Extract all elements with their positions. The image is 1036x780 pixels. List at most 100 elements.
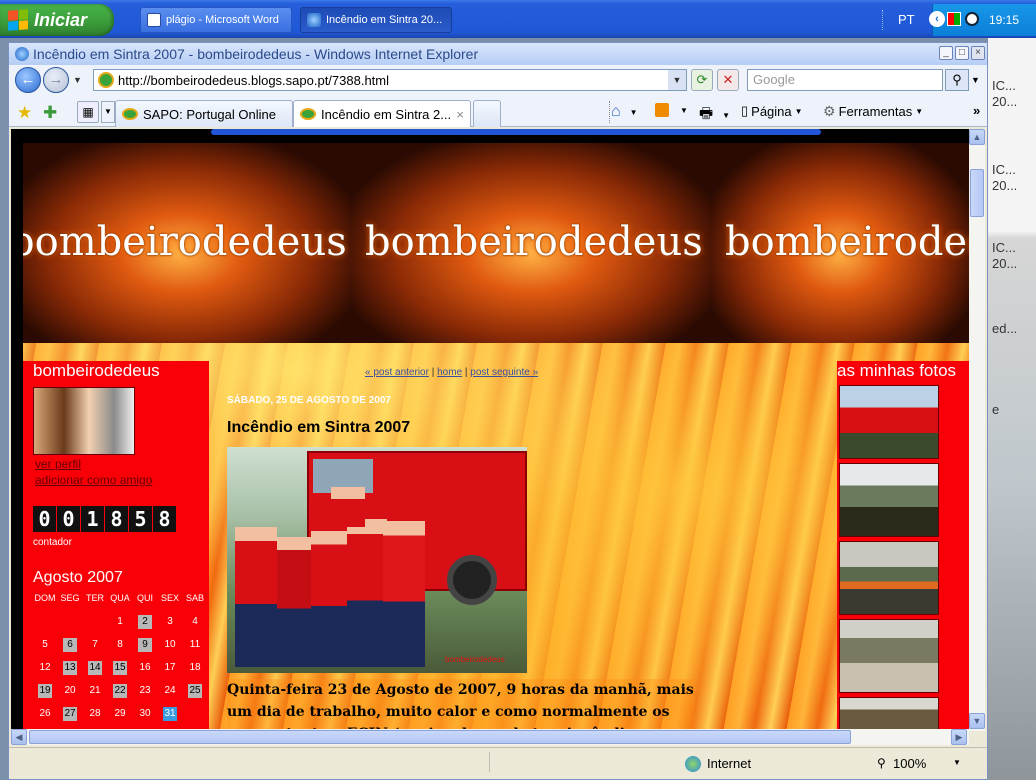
sidebar-photo[interactable] — [839, 697, 939, 729]
post-title[interactable]: Incêndio em Sintra 2007 — [227, 419, 410, 437]
refresh-icon[interactable]: ⟳ — [691, 69, 713, 91]
sidebar-photo[interactable] — [839, 541, 939, 615]
status-bar: Internet ⚲ 100% ▼ — [9, 747, 987, 779]
close-tab-icon[interactable]: × — [456, 107, 464, 122]
tray-network-icon[interactable] — [965, 12, 979, 26]
left-sidebar: bombeirodedeus ver perfil adicionar como… — [23, 361, 209, 729]
firefighter-figure — [277, 537, 313, 667]
tab-list-icon[interactable]: ▼ — [101, 101, 115, 123]
calendar-day[interactable]: 19 — [38, 684, 52, 698]
calendar-day[interactable]: 22 — [113, 684, 127, 698]
scroll-up-icon[interactable]: ▲ — [969, 129, 985, 145]
close-button[interactable]: × — [971, 46, 985, 60]
horizontal-scrollbar[interactable]: ◀ ▶ — [11, 729, 969, 745]
sidebar-photo[interactable] — [839, 385, 939, 459]
favorites-star-icon[interactable]: ★ — [17, 103, 32, 123]
taskbar-button-word[interactable]: plágio - Microsoft Word — [140, 7, 292, 33]
history-dropdown-icon[interactable]: ▼ — [73, 75, 82, 85]
desktop-item[interactable]: IC... — [992, 78, 1036, 94]
window-titlebar[interactable]: Incêndio em Sintra 2007 - bombeirodedeus… — [9, 43, 987, 65]
calendar-day[interactable]: 14 — [88, 661, 102, 675]
scroll-right-icon[interactable]: ▶ — [951, 729, 967, 745]
navigation-bar: ← → ▼ http://bombeirodedeus.blogs.sapo.p… — [9, 65, 987, 95]
system-tray: ‹ 19:15 — [929, 4, 1036, 36]
sidebar-photo[interactable] — [839, 619, 939, 693]
calendar-day[interactable]: 9 — [138, 638, 152, 652]
print-icon[interactable]: 🖶 ▼ — [699, 103, 730, 128]
vertical-scroll-thumb[interactable] — [970, 169, 984, 217]
stop-icon[interactable]: ✕ — [717, 69, 739, 91]
prev-post-link[interactable]: « post anterior — [365, 367, 429, 378]
desktop-item[interactable]: 20... — [992, 256, 1036, 272]
ie-icon — [307, 13, 321, 27]
scroll-down-icon[interactable]: ▼ — [969, 713, 985, 729]
post-photo[interactable]: bombeirodedeus — [227, 447, 527, 673]
add-favorites-icon[interactable]: ✚ — [43, 103, 57, 123]
calendar-day: 30 — [139, 708, 151, 719]
calendar-day[interactable]: 15 — [113, 661, 127, 675]
maximize-button[interactable]: □ — [955, 46, 969, 60]
calendar-day[interactable]: 2 — [138, 615, 152, 629]
horizontal-scroll-thumb[interactable] — [29, 730, 851, 744]
page-menu[interactable]: ▯ Página ▼ — [741, 103, 803, 119]
scroll-left-icon[interactable]: ◀ — [11, 729, 27, 745]
taskbar-button-ie[interactable]: Incêndio em Sintra 20... — [300, 7, 452, 33]
calendar-day[interactable]: 25 — [188, 684, 202, 698]
search-icon[interactable]: ⚲ — [945, 69, 969, 91]
photos-title: as minhas fotos — [837, 361, 957, 380]
calendar-day[interactable]: 31 — [163, 707, 177, 721]
minimize-button[interactable]: _ — [939, 46, 953, 60]
tools-menu[interactable]: ⚙ Ferramentas ▼ — [823, 103, 923, 120]
view-profile-link[interactable]: ver perfil — [35, 457, 81, 471]
calendar-day[interactable]: 13 — [63, 661, 77, 675]
back-button[interactable]: ← — [15, 67, 41, 93]
start-button[interactable]: Iniciar — [0, 4, 114, 36]
desktop-item[interactable]: 20... — [992, 178, 1036, 194]
add-friend-link[interactable]: adicionar como amigo — [35, 473, 152, 487]
search-options-icon[interactable]: ▼ — [971, 75, 980, 85]
calendar-weekday: SEG — [60, 593, 80, 603]
calendar-day[interactable]: 27 — [63, 707, 77, 721]
home-link[interactable]: home — [437, 367, 462, 378]
calendar-weekday: TER — [86, 593, 104, 603]
profile-photo[interactable] — [33, 387, 135, 455]
language-indicator[interactable]: PT — [898, 12, 915, 27]
zoom-dropdown-icon[interactable]: ▼ — [953, 758, 961, 767]
calendar-day: 26 — [39, 708, 51, 719]
vertical-scrollbar[interactable]: ▲ ▼ — [969, 129, 985, 731]
desktop-item[interactable]: ed... — [992, 321, 1036, 337]
clock[interactable]: 19:15 — [989, 13, 1019, 27]
feeds-icon[interactable]: ▼ — [655, 103, 688, 117]
sidebar-photo[interactable] — [839, 463, 939, 537]
desktop-item[interactable]: 20... — [992, 94, 1036, 110]
page-viewport: bombeirodedeus bombeirodedeus bombeirode… — [11, 129, 969, 729]
new-tab-button[interactable] — [473, 100, 501, 127]
home-icon[interactable]: ⌂ ▼ — [611, 103, 638, 121]
status-separator — [489, 752, 491, 772]
forward-button[interactable]: → — [43, 67, 69, 93]
tab-sapo[interactable]: SAPO: Portugal Online — [115, 100, 293, 127]
desktop-item[interactable]: IC... — [992, 162, 1036, 178]
address-dropdown-icon[interactable]: ▼ — [668, 70, 686, 90]
calendar-day: 1 — [117, 616, 123, 627]
calendar-day: 4 — [192, 616, 198, 627]
main-content: « post anterior | home | post seguinte »… — [211, 361, 835, 729]
firefighter-figure — [235, 527, 277, 667]
tray-app-icon[interactable] — [947, 12, 961, 26]
next-post-link[interactable]: post seguinte » — [470, 367, 538, 378]
gear-icon: ⚙ — [823, 103, 836, 119]
quick-tabs-icon[interactable]: ▦ — [77, 101, 99, 123]
desktop-item[interactable]: IC... — [992, 240, 1036, 256]
zoom-level[interactable]: 100% — [893, 756, 926, 771]
toolbar-overflow-icon[interactable]: » — [973, 103, 980, 118]
search-input[interactable]: Google — [747, 69, 943, 91]
tray-expand-icon[interactable]: ‹ — [929, 11, 945, 27]
address-bar[interactable]: http://bombeirodedeus.blogs.sapo.pt/7388… — [93, 69, 687, 91]
ie-window: Incêndio em Sintra 2007 - bombeirodedeus… — [8, 42, 988, 780]
calendar-day: 7 — [92, 639, 98, 650]
calendar-day[interactable]: 6 — [63, 638, 77, 652]
counter-label[interactable]: contador — [33, 537, 72, 548]
tab-incendio[interactable]: Incêndio em Sintra 2... × — [293, 100, 471, 127]
desktop-item[interactable]: e — [992, 402, 1036, 418]
counter-digit: 8 — [153, 506, 176, 532]
